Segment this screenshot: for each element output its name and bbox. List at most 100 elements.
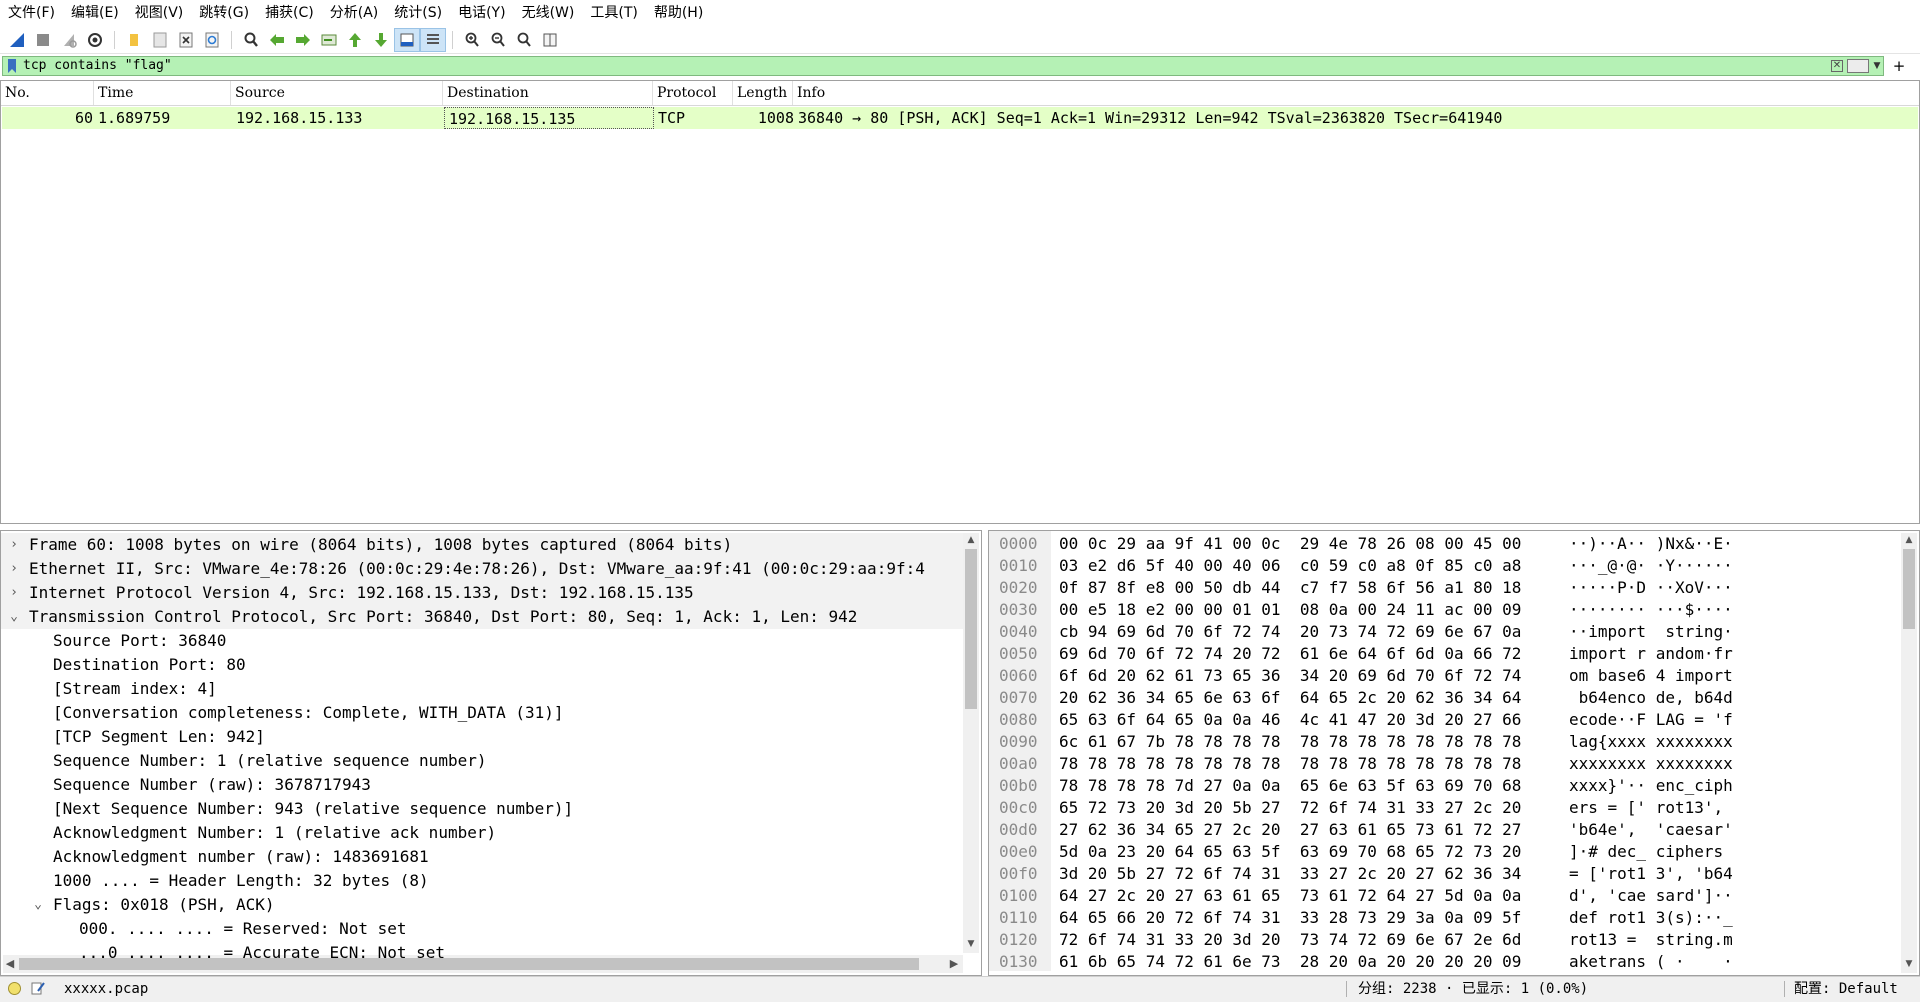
column-header-protocol[interactable]: Protocol — [653, 81, 733, 105]
menu-item-6[interactable]: 统计(S) — [386, 0, 450, 26]
apply-filter-arrow-icon[interactable] — [1847, 59, 1869, 73]
scroll-thumb[interactable] — [965, 549, 977, 709]
bytes-vertical-scrollbar[interactable]: ▲ ▼ — [1901, 533, 1917, 973]
bytes-row[interactable]: 0080 65 63 6f 64 65 0a 0a 46 4c 41 47 20 … — [989, 709, 1899, 731]
bytes-row[interactable]: 0030 00 e5 18 e2 00 00 01 01 08 0a 00 24 … — [989, 599, 1899, 621]
scroll-down-icon[interactable]: ▼ — [963, 937, 979, 951]
tree-item[interactable]: Sequence Number: 1 (relative sequence nu… — [1, 749, 963, 773]
scroll-up-icon[interactable]: ▲ — [963, 533, 979, 547]
go-to-packet-icon[interactable] — [316, 28, 342, 52]
tree-item[interactable]: Sequence Number (raw): 3678717943 — [1, 773, 963, 797]
stop-square-icon[interactable] — [30, 28, 56, 52]
bytes-row[interactable]: 00e0 5d 0a 23 20 64 65 63 5f 63 69 70 68 … — [989, 841, 1899, 863]
tree-item[interactable]: › Frame 60: 1008 bytes on wire (8064 bits… — [1, 533, 963, 557]
chevron-right-icon[interactable]: › — [7, 533, 21, 557]
tree-item[interactable]: [Conversation completeness: Complete, WI… — [1, 701, 963, 725]
scroll-thumb[interactable] — [1903, 549, 1915, 629]
scroll-up-icon[interactable]: ▲ — [1901, 533, 1917, 547]
packet-row[interactable]: 60 1.689759 192.168.15.133 192.168.15.13… — [2, 107, 1918, 129]
chevron-right-icon[interactable]: › — [7, 557, 21, 581]
bytes-row[interactable]: 0100 64 27 2c 20 27 63 61 65 73 61 72 64 … — [989, 885, 1899, 907]
last-packet-icon[interactable] — [368, 28, 394, 52]
menu-item-0[interactable]: 文件(F) — [0, 0, 63, 26]
tree-item[interactable]: Source Port: 36840 — [1, 629, 963, 653]
bytes-row[interactable]: 0060 6f 6d 20 62 61 73 65 36 34 20 69 6d … — [989, 665, 1899, 687]
bytes-row[interactable]: 00a0 78 78 78 78 78 78 78 78 78 78 78 78 … — [989, 753, 1899, 775]
bytes-row[interactable]: 0040 cb 94 69 6d 70 6f 72 74 20 73 74 72 … — [989, 621, 1899, 643]
add-filter-button-icon[interactable]: + — [1892, 56, 1906, 76]
menu-item-5[interactable]: 分析(A) — [322, 0, 387, 26]
tree-item[interactable]: Acknowledgment number (raw): 1483691681 — [1, 845, 963, 869]
column-header-info[interactable]: Info — [793, 81, 1919, 105]
tree-item[interactable]: 1000 .... = Header Length: 32 bytes (8) — [1, 869, 963, 893]
capture-options-gear-icon[interactable] — [82, 28, 108, 52]
auto-scroll-icon[interactable] — [394, 27, 420, 52]
scroll-down-icon[interactable]: ▼ — [1901, 957, 1917, 971]
go-back-arrow-icon[interactable] — [264, 28, 290, 52]
bytes-row[interactable]: 0050 69 6d 70 6f 72 74 20 72 61 6e 64 6f … — [989, 643, 1899, 665]
bytes-row[interactable]: 0090 6c 61 67 7b 78 78 78 78 78 78 78 78 … — [989, 731, 1899, 753]
chevron-right-icon[interactable]: › — [7, 581, 21, 605]
details-vertical-scrollbar[interactable]: ▲ ▼ — [963, 533, 979, 953]
zoom-in-icon[interactable] — [459, 28, 485, 52]
go-forward-arrow-icon[interactable] — [290, 28, 316, 52]
tree-item[interactable]: Acknowledgment Number: 1 (relative ack n… — [1, 821, 963, 845]
column-header-length[interactable]: Length — [733, 81, 793, 105]
chevron-down-icon[interactable]: ⌄ — [31, 893, 45, 917]
shark-fin-start-icon[interactable] — [4, 28, 30, 52]
menu-item-4[interactable]: 捕获(C) — [257, 0, 322, 26]
open-folder-icon[interactable] — [121, 28, 147, 52]
bytes-row[interactable]: 0010 03 e2 d6 5f 40 00 40 06 c0 59 c0 a8 … — [989, 555, 1899, 577]
bytes-row[interactable]: 00c0 65 72 73 20 3d 20 5b 27 72 6f 74 31 … — [989, 797, 1899, 819]
bytes-row[interactable]: 00b0 78 78 78 78 7d 27 0a 0a 65 6e 63 5f … — [989, 775, 1899, 797]
zoom-out-icon[interactable] — [485, 28, 511, 52]
bytes-row[interactable]: 0130 61 6b 65 74 72 61 6e 73 28 20 0a 20 … — [989, 951, 1899, 973]
column-header-no[interactable]: No. — [1, 81, 94, 105]
menu-item-9[interactable]: 工具(T) — [582, 0, 645, 26]
status-profile[interactable]: 配置: Default — [1794, 977, 1898, 1002]
tree-item[interactable]: › Internet Protocol Version 4, Src: 192.1… — [1, 581, 963, 605]
close-file-icon[interactable] — [173, 28, 199, 52]
tree-item[interactable]: ⌄ Transmission Control Protocol, Src Port… — [1, 605, 963, 629]
bytes-row[interactable]: 0020 0f 87 8f e8 00 50 db 44 c7 f7 58 6f … — [989, 577, 1899, 599]
tree-item[interactable]: ⌄ Flags: 0x018 (PSH, ACK) — [1, 893, 963, 917]
tree-item[interactable]: [TCP Segment Len: 942] — [1, 725, 963, 749]
menu-item-3[interactable]: 跳转(G) — [191, 0, 257, 26]
tree-item[interactable]: 000. .... .... = Reserved: Not set — [1, 917, 963, 941]
tree-item[interactable]: ...0 .... .... = Accurate ECN: Not set — [1, 941, 963, 965]
chevron-down-icon[interactable]: ▼ — [1871, 59, 1883, 73]
menu-item-7[interactable]: 电话(Y) — [450, 0, 513, 26]
column-header-destination[interactable]: Destination — [443, 81, 653, 105]
menu-item-8[interactable]: 无线(W) — [514, 0, 583, 26]
resize-columns-icon[interactable] — [537, 28, 563, 52]
menu-item-2[interactable]: 视图(V) — [127, 0, 192, 26]
tree-item[interactable]: › Ethernet II, Src: VMware_4e:78:26 (00:0… — [1, 557, 963, 581]
expert-info-status-icon[interactable] — [8, 982, 21, 995]
bytes-row[interactable]: 0000 00 0c 29 aa 9f 41 00 0c 29 4e 78 26 … — [989, 533, 1899, 555]
colorize-icon[interactable] — [420, 27, 446, 52]
tree-item[interactable]: [Stream index: 4] — [1, 677, 963, 701]
bytes-row[interactable]: 00f0 3d 20 5b 27 72 6f 74 31 33 27 2c 20 … — [989, 863, 1899, 885]
display-filter-input[interactable] — [23, 57, 1683, 75]
menu-item-10[interactable]: 帮助(H) — [646, 0, 711, 26]
bytes-row[interactable]: 0110 64 65 66 20 72 6f 74 31 33 28 73 29 … — [989, 907, 1899, 929]
chevron-down-icon[interactable]: ⌄ — [7, 605, 21, 629]
menu-item-1[interactable]: 编辑(E) — [63, 0, 127, 26]
reload-icon[interactable] — [199, 28, 225, 52]
find-magnifier-icon[interactable] — [238, 28, 264, 52]
zoom-normal-icon[interactable] — [511, 28, 537, 52]
column-header-source[interactable]: Source — [231, 81, 443, 105]
clear-filter-icon[interactable]: ✕ — [1831, 60, 1843, 72]
bytes-hex: 27 62 36 34 65 27 2c 20 27 63 61 65 73 6… — [1059, 820, 1522, 839]
bookmark-icon[interactable] — [7, 59, 17, 73]
save-file-icon[interactable] — [147, 28, 173, 52]
tree-item[interactable]: Destination Port: 80 — [1, 653, 963, 677]
bytes-row[interactable]: 0120 72 6f 74 31 33 20 3d 20 73 74 72 69 … — [989, 929, 1899, 951]
capture-comment-edit-icon[interactable] — [30, 980, 46, 996]
column-header-time[interactable]: Time — [94, 81, 231, 105]
bytes-row[interactable]: 00d0 27 62 36 34 65 27 2c 20 27 63 61 65 … — [989, 819, 1899, 841]
bytes-row[interactable]: 0070 20 62 36 34 65 6e 63 6f 64 65 2c 20 … — [989, 687, 1899, 709]
tree-item[interactable]: [Next Sequence Number: 943 (relative seq… — [1, 797, 963, 821]
restart-capture-icon[interactable] — [56, 28, 82, 52]
first-packet-icon[interactable] — [342, 28, 368, 52]
